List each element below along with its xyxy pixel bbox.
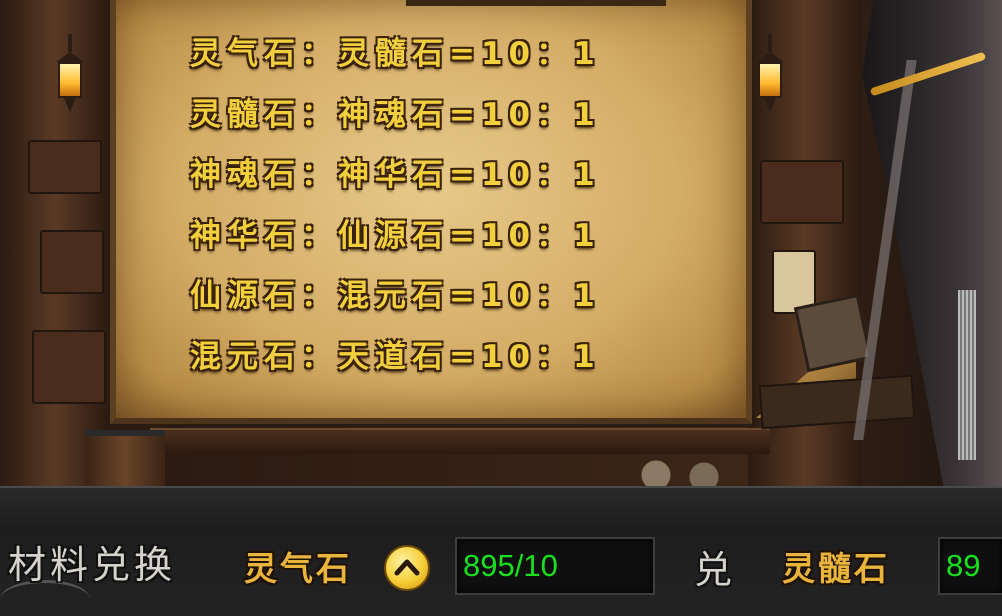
exchange-rule: 神魂石：神华石=10：1 bbox=[190, 157, 601, 194]
exchange-rule: 神华石：仙源石=10：1 bbox=[190, 217, 601, 254]
wall-brick bbox=[40, 230, 104, 294]
wall-brick bbox=[760, 160, 844, 224]
exchange-rule: 灵气石：灵髓石=10：1 bbox=[190, 36, 601, 72]
material-select-button[interactable] bbox=[384, 545, 430, 591]
npc-tassel bbox=[958, 290, 976, 460]
game-scene: 灵气石：灵髓石=10：1 灵髓石：神魂石=10：1 神魂石：神华石=10：1 神… bbox=[0, 0, 1002, 616]
exchange-rule: 灵髓石：神魂石=10：1 bbox=[190, 96, 601, 133]
exchange-rule: 混元石：天道石=10：1 bbox=[190, 338, 601, 375]
exchange-title: 材料兑换 bbox=[8, 543, 177, 587]
source-count-field[interactable]: 895/10 bbox=[455, 537, 655, 595]
exchange-rules-list: 灵气石：灵髓石=10：1 灵髓石：神魂石=10：1 神魂石：神华石=10：1 神… bbox=[190, 32, 601, 396]
target-count-field[interactable]: 89 bbox=[938, 537, 1002, 595]
chevron-up-icon bbox=[394, 559, 420, 576]
exchange-rule: 仙源石：混元石=10：1 bbox=[190, 278, 601, 315]
target-material-name: 灵髓石 bbox=[782, 549, 890, 588]
wall-brick bbox=[28, 140, 102, 194]
stone-block bbox=[793, 293, 873, 373]
scroll-top-bar bbox=[406, 0, 666, 6]
lantern-icon bbox=[750, 34, 790, 114]
source-material-name: 灵气石 bbox=[244, 549, 352, 588]
wall-brick bbox=[32, 330, 106, 404]
exchange-action-label[interactable]: 兑 bbox=[694, 545, 732, 595]
lantern-icon bbox=[50, 34, 90, 114]
wooden-shelf bbox=[150, 428, 770, 454]
